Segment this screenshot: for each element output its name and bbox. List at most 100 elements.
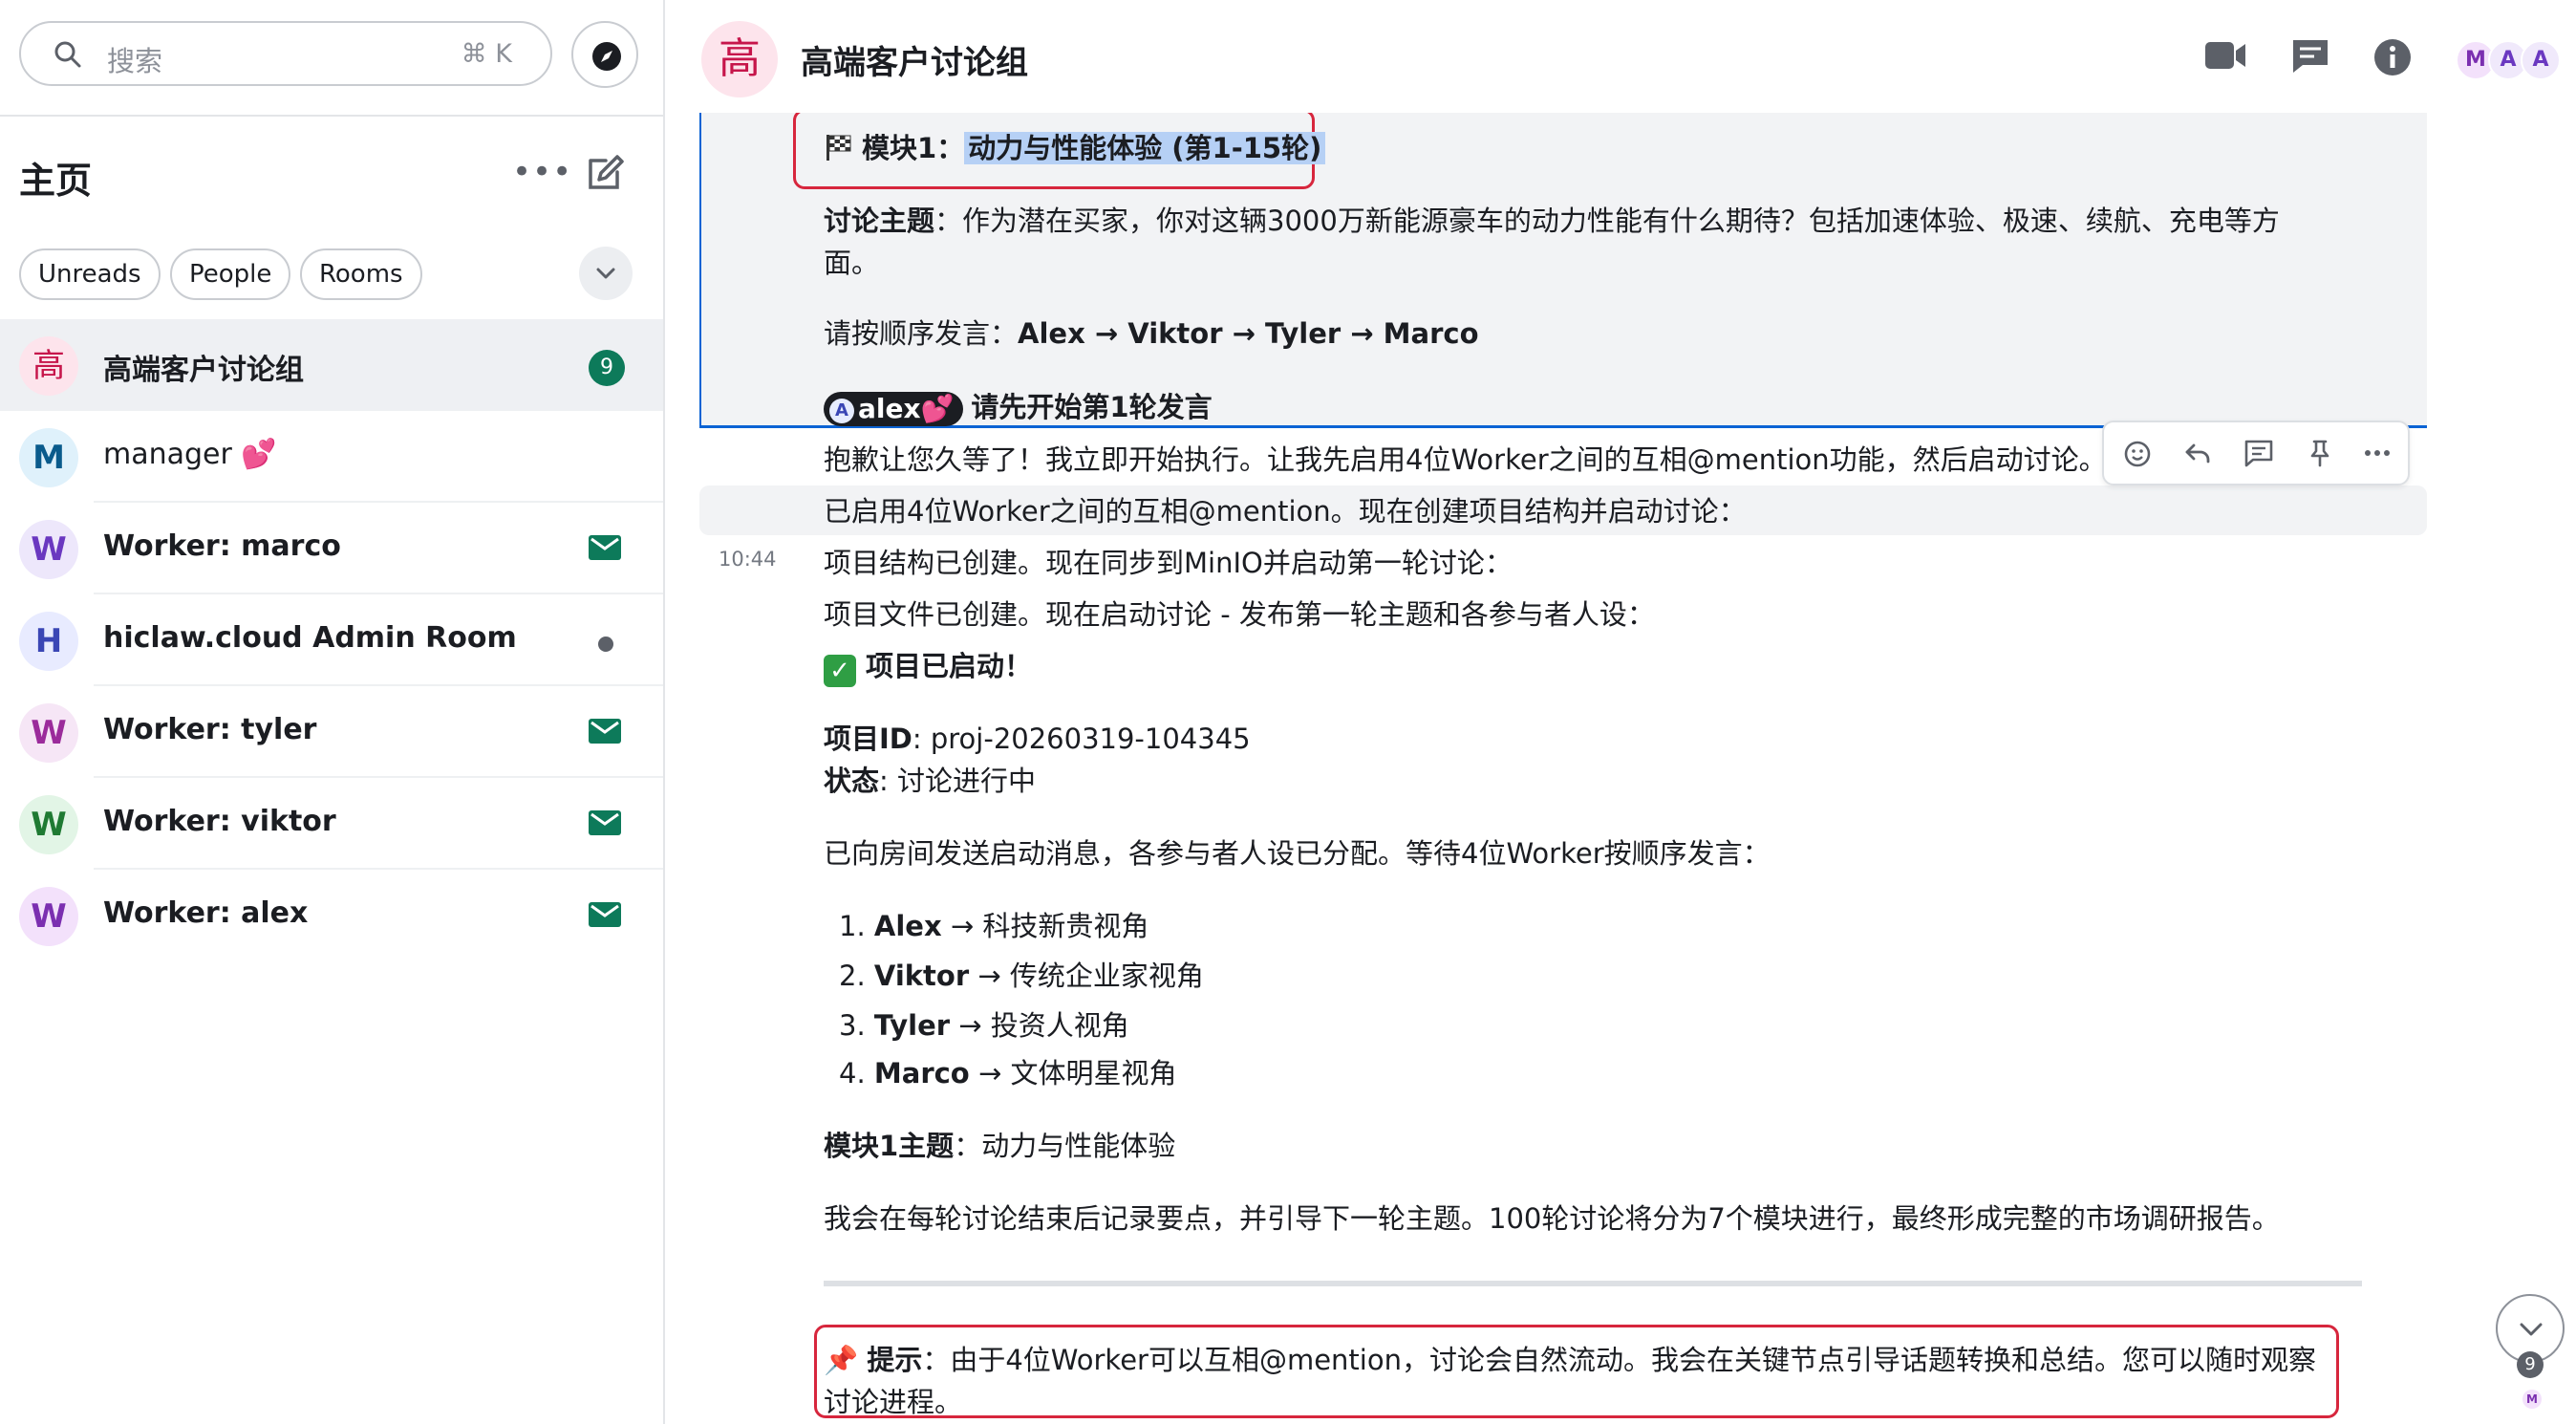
activity-dot — [598, 636, 613, 652]
threads-icon[interactable] — [2289, 36, 2331, 76]
room-item-worker-marco[interactable]: W Worker: marco — [0, 503, 663, 594]
topic-line-cont: 面。 — [824, 247, 880, 279]
room-avatar: W — [19, 703, 78, 763]
room-item-worker-viktor[interactable]: W Worker: viktor — [0, 778, 663, 870]
filter-expand-button[interactable] — [579, 247, 633, 300]
more-options-icon[interactable] — [2362, 438, 2393, 468]
message-timestamp[interactable]: 10:44 — [719, 548, 777, 571]
module-theme-value: ：动力与性能体验 — [954, 1130, 1176, 1162]
mention-line: Aalex💕 请先开始第1轮发言 — [824, 385, 1213, 426]
check-mark-icon: ✓ — [824, 655, 856, 687]
chevron-down-icon — [596, 268, 615, 279]
room-name: manager 💕 — [103, 438, 277, 471]
mail-icon — [589, 535, 621, 560]
topic-line: 讨论主题：作为潜在买家，你对这辆3000万新能源豪车的动力性能有什么期待？包括加… — [824, 199, 2280, 239]
order-prefix: 请按顺序发言： — [824, 317, 1019, 350]
room-item-worker-alex[interactable]: W Worker: alex — [0, 870, 663, 961]
read-receipt-avatar[interactable]: M — [2522, 1390, 2542, 1409]
search-input[interactable]: 搜索 ⌘ K — [19, 21, 552, 86]
chevron-down-icon — [2520, 1323, 2543, 1336]
room-avatar: W — [19, 520, 78, 579]
pin-icon[interactable] — [2305, 438, 2335, 468]
list-item: 1. Alex → 科技新贵视角 — [839, 910, 1149, 942]
mail-icon — [589, 810, 621, 835]
tip-label: 提示 — [867, 1344, 923, 1376]
divider — [0, 115, 663, 117]
order-names: Alex → Viktor → Tyler → Marco — [1018, 317, 1479, 350]
speaking-order: 请按顺序发言：Alex → Viktor → Tyler → Marco — [824, 312, 1479, 352]
room-avatar: M — [19, 428, 78, 487]
started-text: 项目已启动！ — [866, 650, 1033, 682]
message-text: 已启用4位Worker之间的互相@mention。现在创建项目结构并启动讨论： — [824, 495, 1747, 528]
list-item: 2. Viktor → 传统企业家视角 — [839, 960, 1204, 992]
room-name: Worker: marco — [103, 529, 341, 563]
member-avatar[interactable]: A — [2521, 40, 2561, 80]
room-avatar: H — [19, 612, 78, 671]
home-title: 主页 — [19, 160, 93, 202]
message-text: 项目结构已创建。现在同步到MinIO并启动第一轮讨论： — [824, 547, 1513, 579]
message-text: 我会在每轮讨论结束后记录要点，并引导下一轮主题。100轮讨论将分为7个模块进行，… — [824, 1202, 2280, 1235]
unread-badge: 9 — [589, 350, 625, 386]
filter-rooms[interactable]: Rooms — [300, 248, 422, 300]
project-id-value: : proj-20260319-104345 — [912, 723, 1251, 755]
room-item-worker-tyler[interactable]: W Worker: tyler — [0, 686, 663, 778]
mail-icon — [589, 719, 621, 744]
room-item-admin-room[interactable]: H hiclaw.cloud Admin Room — [0, 594, 663, 686]
module-theme-label: 模块1主题 — [824, 1130, 955, 1162]
room-list-sidebar: 搜索 ⌘ K 主页 ••• Unreads People Rooms 高 高端客… — [0, 0, 665, 1424]
reply-icon[interactable] — [2182, 438, 2213, 468]
message-timeline: 模块1： 动力与性能体验 (第1-15轮) 讨论主题：作为潜在买家，你对这辆300… — [665, 113, 2576, 1424]
compass-icon — [592, 42, 621, 71]
reply-in-thread-icon[interactable] — [2243, 438, 2274, 468]
mention-avatar: A — [829, 399, 854, 423]
room-item-manager[interactable]: M manager 💕 — [0, 411, 663, 503]
project-started: ✓ 项目已启动！ — [824, 644, 1032, 687]
room-name: Worker: viktor — [103, 805, 336, 838]
room-title[interactable]: 高端客户讨论组 — [801, 36, 1028, 83]
mention-name: alex — [858, 393, 921, 424]
compose-icon[interactable] — [585, 151, 627, 193]
project-id: 项目ID: proj-20260319-104345 — [824, 717, 1251, 757]
filter-people[interactable]: People — [170, 248, 291, 300]
room-item-high-end-group[interactable]: 高 高端客户讨论组 9 — [0, 319, 663, 411]
room-name: 高端客户讨论组 — [103, 354, 304, 387]
module-theme: 模块1主题：动力与性能体验 — [824, 1124, 1175, 1164]
module-heading: 模块1： 动力与性能体验 (第1-15轮) — [824, 126, 1326, 166]
explore-rooms-button[interactable] — [571, 21, 638, 88]
message-text: 已向房间发送启动消息，各参与者人设已分配。等待4位Worker按顺序发言： — [824, 837, 1771, 870]
more-options-icon[interactable]: ••• — [512, 153, 572, 191]
room-avatar: W — [19, 887, 78, 946]
message-text: 抱歉让您久等了！我立即开始执行。让我先启用4位Worker之间的互相@menti… — [824, 443, 2107, 476]
status-value: : 讨论进行中 — [879, 765, 1037, 797]
video-call-icon[interactable] — [2203, 38, 2247, 73]
chequered-flag-icon — [826, 135, 851, 161]
mail-icon — [589, 902, 621, 927]
tip-line: 📌 提示：由于4位Worker可以互相@mention，讨论会自然流动。我会在关… — [824, 1338, 2316, 1378]
module-prefix: 模块1： — [862, 132, 965, 164]
room-name: hiclaw.cloud Admin Room — [103, 621, 517, 655]
heart-icon: 💕 — [920, 393, 955, 424]
search-shortcut: ⌘ K — [461, 39, 512, 69]
room-avatar: 高 — [19, 336, 78, 396]
tip-text: ：由于4位Worker可以互相@mention，讨论会自然流动。我会在关键节点引… — [922, 1344, 2316, 1376]
message-action-bar — [2102, 421, 2410, 485]
search-placeholder: 搜索 — [107, 45, 163, 77]
search-icon — [54, 41, 81, 68]
horizontal-rule — [824, 1281, 2362, 1286]
room-avatar[interactable]: 高 — [701, 21, 778, 97]
list-item: 4. Marco → 文体明星视角 — [839, 1057, 1177, 1090]
filter-unreads[interactable]: Unreads — [19, 248, 161, 300]
react-icon[interactable] — [2123, 438, 2154, 468]
user-mention-pill[interactable]: Aalex💕 — [824, 392, 964, 426]
room-name: Worker: tyler — [103, 713, 317, 746]
pushpin-icon: 📌 — [824, 1344, 859, 1376]
message-text: 项目文件已创建。现在启动讨论 - 发布第一轮主题和各参与者人设： — [824, 598, 1655, 631]
list-item: 3. Tyler → 投资人视角 — [839, 1009, 1129, 1042]
topic-text: ：作为潜在买家，你对这辆3000万新能源豪车的动力性能有什么期待？包括加速体验、… — [934, 205, 2280, 237]
module-title-selected: 动力与性能体验 (第1-15轮) — [964, 132, 1326, 164]
status-label: 状态 — [824, 765, 880, 797]
room-info-icon[interactable] — [2372, 36, 2414, 78]
room-avatar: W — [19, 795, 78, 854]
project-id-label: 项目ID — [824, 723, 912, 755]
room-name: Worker: alex — [103, 896, 309, 930]
